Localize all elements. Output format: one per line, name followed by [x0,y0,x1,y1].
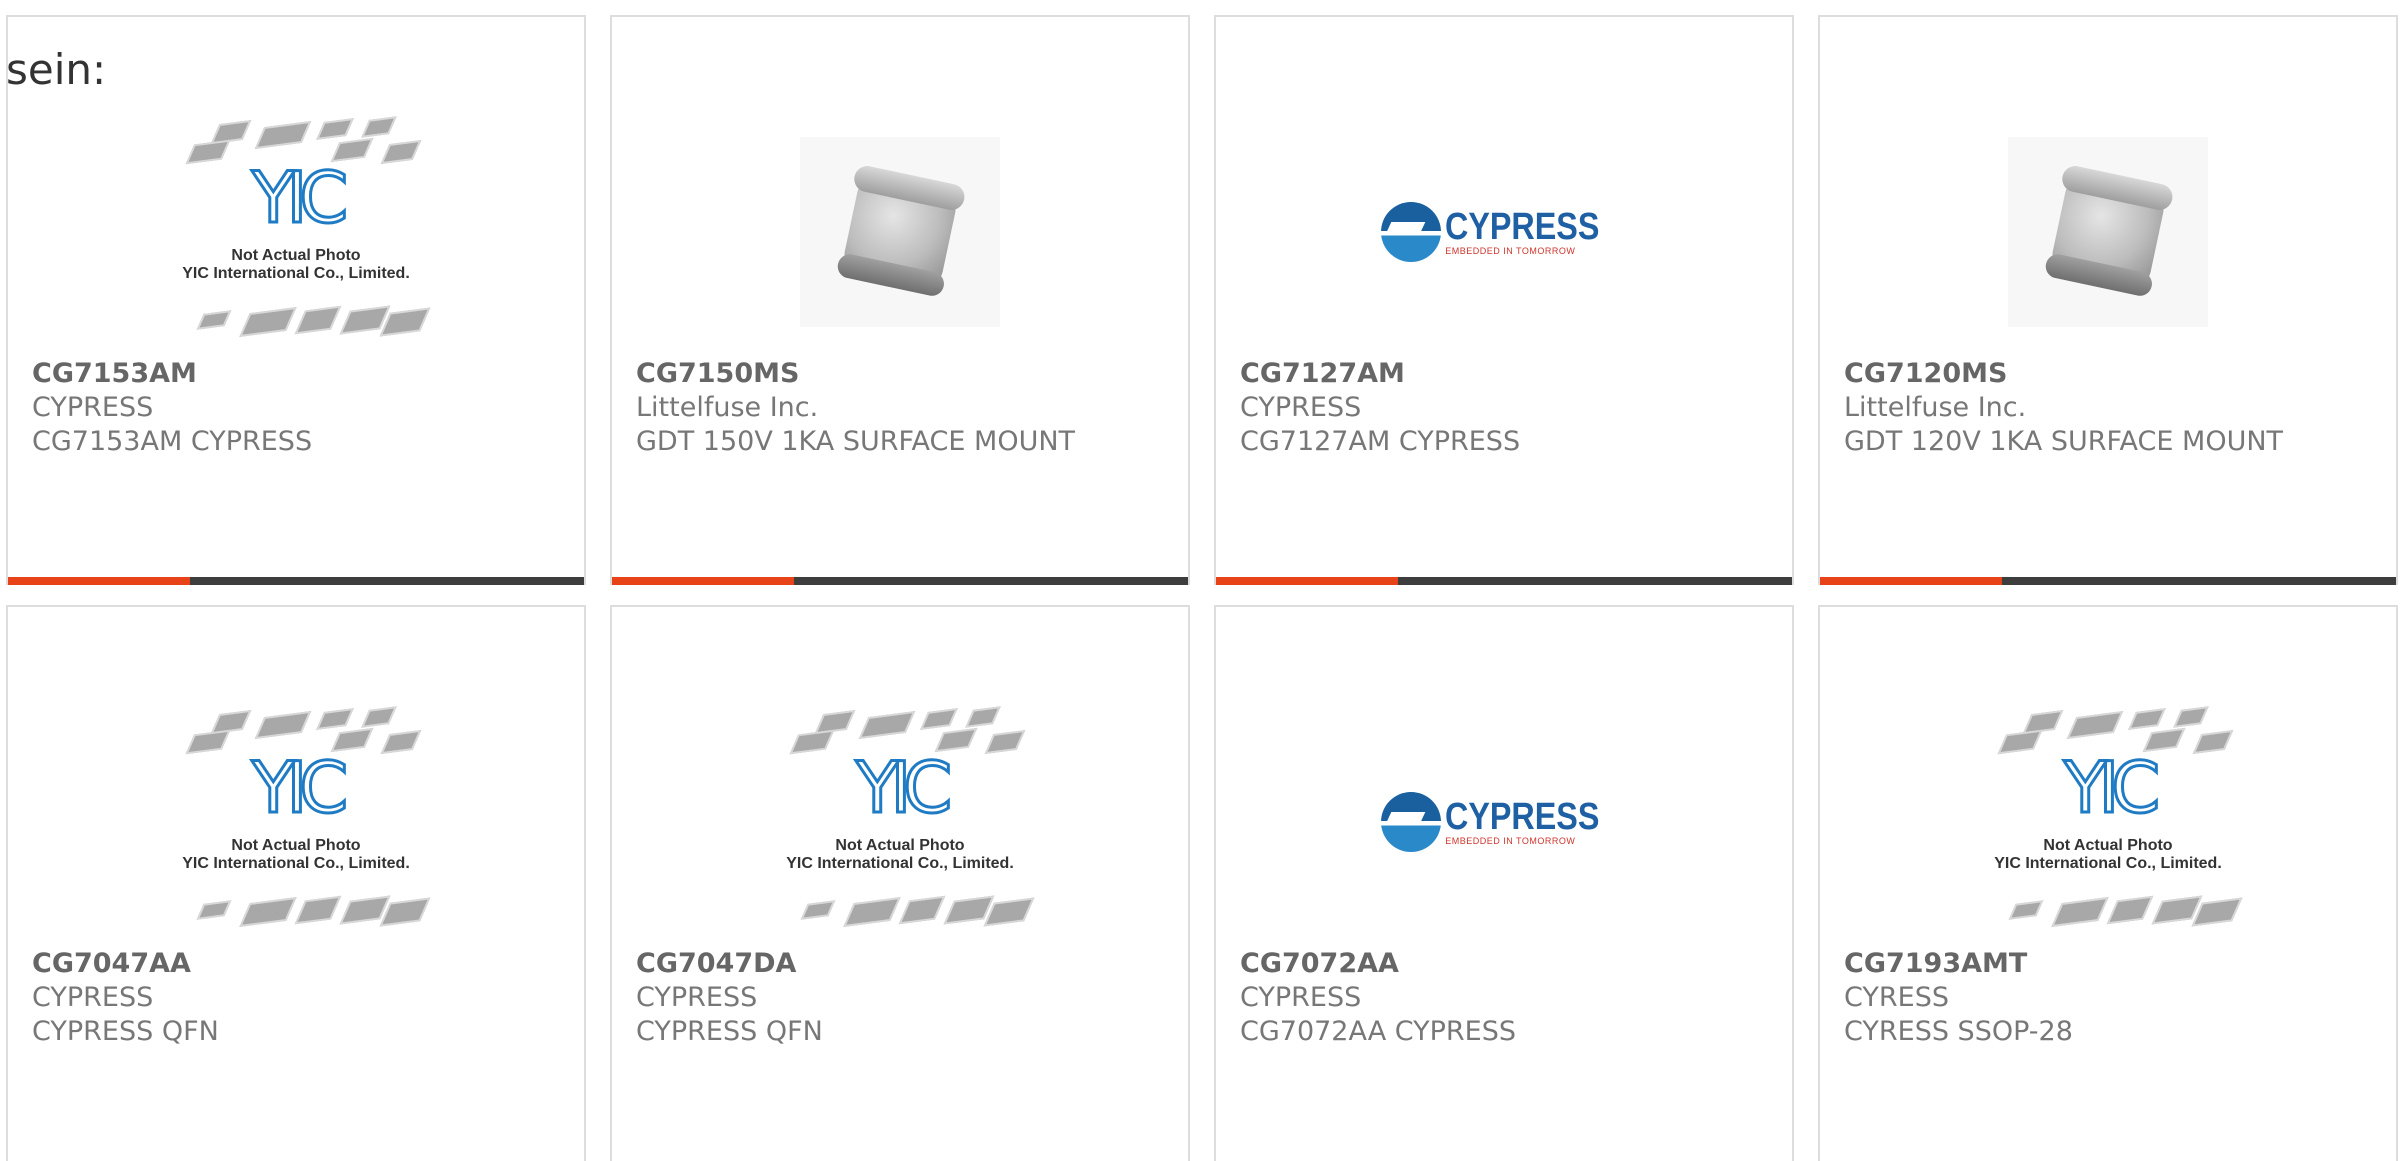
card-bottom-bar [1216,577,1792,585]
truncated-heading-fragment: sein: [6,45,107,94]
part-number[interactable]: CG7047AA [32,947,564,981]
gdt-component-photo [800,137,1000,327]
card-bottom-bar [612,577,1188,585]
placeholder-caption: Not Actual Photo YIC International Co., … [1973,837,2243,873]
placeholder-line1: Not Actual Photo [2043,837,2173,854]
manufacturer: Littelfuse Inc. [636,392,819,423]
card-accent [1820,577,2002,585]
yic-logo: YIC [2062,747,2161,829]
product-card[interactable]: YIC Not Actual Photo YIC International C… [6,15,586,585]
cypress-brand: CYPRESS [1445,206,1600,248]
product-image[interactable] [612,92,1188,372]
part-number[interactable]: CG7047DA [636,947,1168,981]
product-image[interactable]: CYPRESS EMBEDDED IN TOMORROW [1216,92,1792,372]
yic-logo: YIC [250,747,349,829]
yic-placeholder-image: YIC Not Actual Photo YIC International C… [161,112,431,352]
placeholder-line2: YIC International Co., Limited. [182,265,410,282]
product-grid: YIC Not Actual Photo YIC International C… [6,15,2398,1161]
gdt-component-photo [2008,137,2208,327]
placeholder-line2: YIC International Co., Limited. [786,855,1014,872]
description: CYRESS SSOP-28 [1844,1016,2073,1047]
description: CG7072AA CYPRESS [1240,1016,1517,1047]
page: YIC Not Actual Photo YIC International C… [0,0,2400,1161]
product-info: CG7150MS Littelfuse Inc. GDT 150V 1KA SU… [636,357,1168,459]
placeholder-line2: YIC International Co., Limited. [1994,855,2222,872]
part-number[interactable]: CG7150MS [636,357,1168,391]
placeholder-line2: YIC International Co., Limited. [182,855,410,872]
card-bottom-bar [8,577,584,585]
product-card[interactable]: CYPRESS EMBEDDED IN TOMORROW CG7072AA CY… [1214,605,1794,1161]
manufacturer: CYPRESS [1240,392,1362,423]
placeholder-caption: Not Actual Photo YIC International Co., … [161,247,431,283]
card-bottom-bar [1820,577,2396,585]
product-card[interactable]: CG7150MS Littelfuse Inc. GDT 150V 1KA SU… [610,15,1190,585]
manufacturer: CYPRESS [636,982,758,1013]
product-image[interactable]: CYPRESS EMBEDDED IN TOMORROW [1216,682,1792,962]
product-image[interactable]: YIC Not Actual Photo YIC International C… [612,682,1188,962]
product-info: CG7153AM CYPRESS CG7153AM CYPRESS [32,357,564,459]
part-number[interactable]: CG7193AMT [1844,947,2376,981]
description: GDT 120V 1KA SURFACE MOUNT [1844,426,2284,457]
cypress-logo: CYPRESS EMBEDDED IN TOMORROW [1381,202,1627,262]
placeholder-line1: Not Actual Photo [231,247,361,264]
product-image[interactable]: YIC Not Actual Photo YIC International C… [8,682,584,962]
card-accent [8,577,190,585]
cypress-globe-icon [1381,792,1442,852]
description: CG7153AM CYPRESS [32,426,313,457]
manufacturer: CYPRESS [32,392,154,423]
yic-placeholder-image: YIC Not Actual Photo YIC International C… [765,702,1035,942]
placeholder-caption: Not Actual Photo YIC International Co., … [161,837,431,873]
product-image[interactable]: YIC Not Actual Photo YIC International C… [8,92,584,372]
description: CYPRESS QFN [32,1016,219,1047]
yic-logo: YIC [250,157,349,239]
part-number[interactable]: CG7127AM [1240,357,1772,391]
cypress-globe-icon [1381,202,1442,262]
product-info: CG7193AMT CYRESS CYRESS SSOP-28 [1844,947,2376,1049]
yic-placeholder-image: YIC Not Actual Photo YIC International C… [1973,702,2243,942]
product-info: CG7127AM CYPRESS CG7127AM CYPRESS [1240,357,1772,459]
product-image[interactable]: YIC Not Actual Photo YIC International C… [1820,682,2396,962]
part-number[interactable]: CG7120MS [1844,357,2376,391]
product-card[interactable]: YIC Not Actual Photo YIC International C… [6,605,586,1161]
product-card[interactable]: CYPRESS EMBEDDED IN TOMORROW CG7127AM CY… [1214,15,1794,585]
manufacturer: CYRESS [1844,982,1949,1013]
product-info: CG7072AA CYPRESS CG7072AA CYPRESS [1240,947,1772,1049]
placeholder-line1: Not Actual Photo [231,837,361,854]
product-card[interactable]: CG7120MS Littelfuse Inc. GDT 120V 1KA SU… [1818,15,2398,585]
manufacturer: CYPRESS [1240,982,1362,1013]
part-number[interactable]: CG7153AM [32,357,564,391]
product-card[interactable]: YIC Not Actual Photo YIC International C… [1818,605,2398,1161]
manufacturer: Littelfuse Inc. [1844,392,2027,423]
cypress-brand: CYPRESS [1445,796,1600,838]
part-number[interactable]: CG7072AA [1240,947,1772,981]
product-card[interactable]: YIC Not Actual Photo YIC International C… [610,605,1190,1161]
card-accent [612,577,794,585]
description: GDT 150V 1KA SURFACE MOUNT [636,426,1076,457]
manufacturer: CYPRESS [32,982,154,1013]
yic-logo: YIC [854,747,953,829]
product-info: CG7120MS Littelfuse Inc. GDT 120V 1KA SU… [1844,357,2376,459]
cypress-logo: CYPRESS EMBEDDED IN TOMORROW [1381,792,1627,852]
product-image[interactable] [1820,92,2396,372]
product-info: CG7047DA CYPRESS CYPRESS QFN [636,947,1168,1049]
product-info: CG7047AA CYPRESS CYPRESS QFN [32,947,564,1049]
description: CG7127AM CYPRESS [1240,426,1521,457]
yic-placeholder-image: YIC Not Actual Photo YIC International C… [161,702,431,942]
placeholder-caption: Not Actual Photo YIC International Co., … [765,837,1035,873]
description: CYPRESS QFN [636,1016,823,1047]
placeholder-line1: Not Actual Photo [835,837,965,854]
card-accent [1216,577,1398,585]
